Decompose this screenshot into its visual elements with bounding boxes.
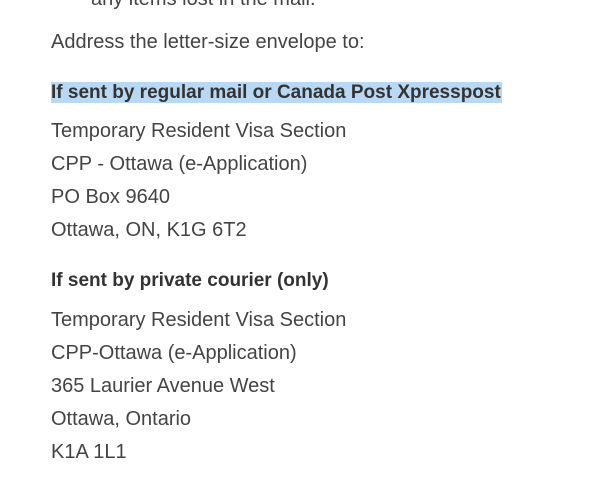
regular-mail-heading: If sent by regular mail or Canada Post X… xyxy=(51,81,502,105)
regular-mail-address: Temporary Resident Visa Section CPP - Ot… xyxy=(51,119,346,251)
address-line: Ottawa, Ontario xyxy=(51,408,192,430)
address-line: CPP-Ottawa (e-Application) xyxy=(51,342,297,364)
envelope-instruction: Address the letter-size envelope to: xyxy=(51,31,365,53)
courier-heading: If sent by private courier (only) xyxy=(51,270,329,291)
address-line: Temporary Resident Visa Section xyxy=(51,120,347,142)
address-line: K1A 1L1 xyxy=(51,441,127,463)
address-line: PO Box 9640 xyxy=(51,186,170,208)
courier-address: Temporary Resident Visa Section CPP-Otta… xyxy=(51,308,346,473)
address-line: 365 Laurier Avenue West xyxy=(51,375,275,397)
address-line: CPP - Ottawa (e-Application) xyxy=(51,153,308,175)
address-line: Ottawa, ON, K1G 6T2 xyxy=(51,219,247,241)
previous-text-line: any items lost in the mail. xyxy=(91,0,316,11)
selected-text[interactable]: If sent by regular mail or Canada Post X… xyxy=(51,82,502,103)
address-line: Temporary Resident Visa Section xyxy=(51,309,347,331)
instructions-content: any items lost in the mail. Address the … xyxy=(51,0,591,488)
